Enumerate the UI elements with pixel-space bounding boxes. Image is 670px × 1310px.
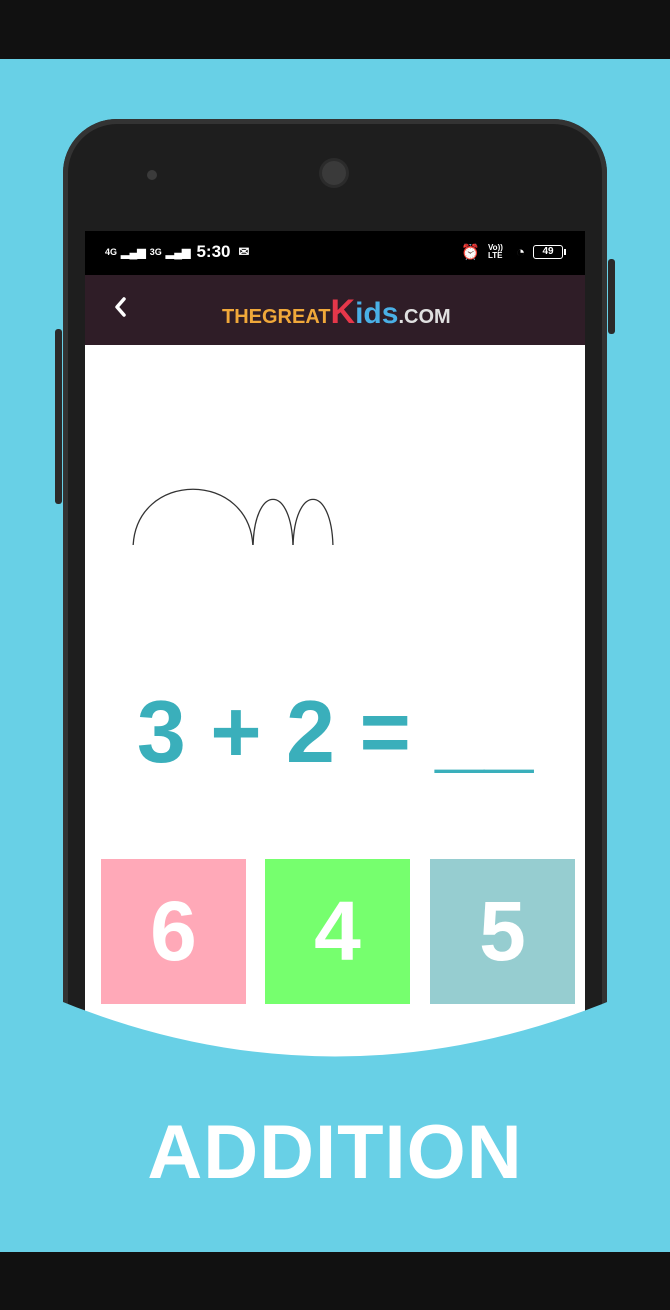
promo-stage: 4G ▂▄▆ 3G ▂▄▆ 5:30 ✉ ⏰ Vo)) LTE ◔ 49 THE… [0, 59, 670, 1252]
logo-ids: ids [355, 297, 399, 330]
app-screen: 4G ▂▄▆ 3G ▂▄▆ 5:30 ✉ ⏰ Vo)) LTE ◔ 49 THE… [85, 231, 585, 1131]
answer-option-4[interactable]: 4 [265, 859, 410, 1004]
jump-arc [252, 498, 294, 545]
phone-power-button [608, 259, 615, 334]
network-4g-icon: 4G [105, 246, 118, 257]
battery-icon: 49 [533, 245, 566, 259]
number-line: 012345678910 [132, 488, 334, 545]
status-bar: 4G ▂▄▆ 3G ▂▄▆ 5:30 ✉ ⏰ Vo)) LTE ◔ 49 [85, 231, 585, 275]
volte-label: Vo)) LTE [487, 243, 503, 260]
equation-question: 3 + 2 = __ [136, 682, 534, 781]
logo-suffix: .COM [398, 306, 451, 328]
jump-arc [132, 488, 254, 545]
alarm-icon: ⏰ [461, 244, 480, 261]
phone-volume-button [55, 329, 62, 504]
feature-caption: ADDITION [147, 1110, 523, 1195]
wifi-icon: ◔ [515, 243, 525, 261]
logo-prefix: THEGREAT [222, 306, 331, 328]
phone-sensor [147, 170, 157, 180]
app-logo: THEGREAT K ids .COM [222, 293, 451, 331]
answer-options: 6 4 5 [101, 859, 575, 1004]
answer-option-6[interactable]: 6 [101, 859, 246, 1004]
phone-camera [322, 161, 346, 185]
chevron-left-icon [115, 297, 126, 317]
mail-icon: ✉ [238, 244, 250, 259]
jump-arc [292, 498, 334, 545]
status-time: 5:30 [196, 242, 231, 261]
signal-icon: ▂▄▆ [121, 246, 146, 259]
signal-icon-2: ▂▄▆ [165, 246, 191, 259]
network-3g-icon: 3G [149, 246, 162, 257]
logo-k: K [330, 293, 356, 331]
app-bar: THEGREAT K ids .COM [85, 275, 585, 345]
answer-option-5[interactable]: 5 [430, 859, 575, 1004]
back-button[interactable] [109, 295, 133, 319]
